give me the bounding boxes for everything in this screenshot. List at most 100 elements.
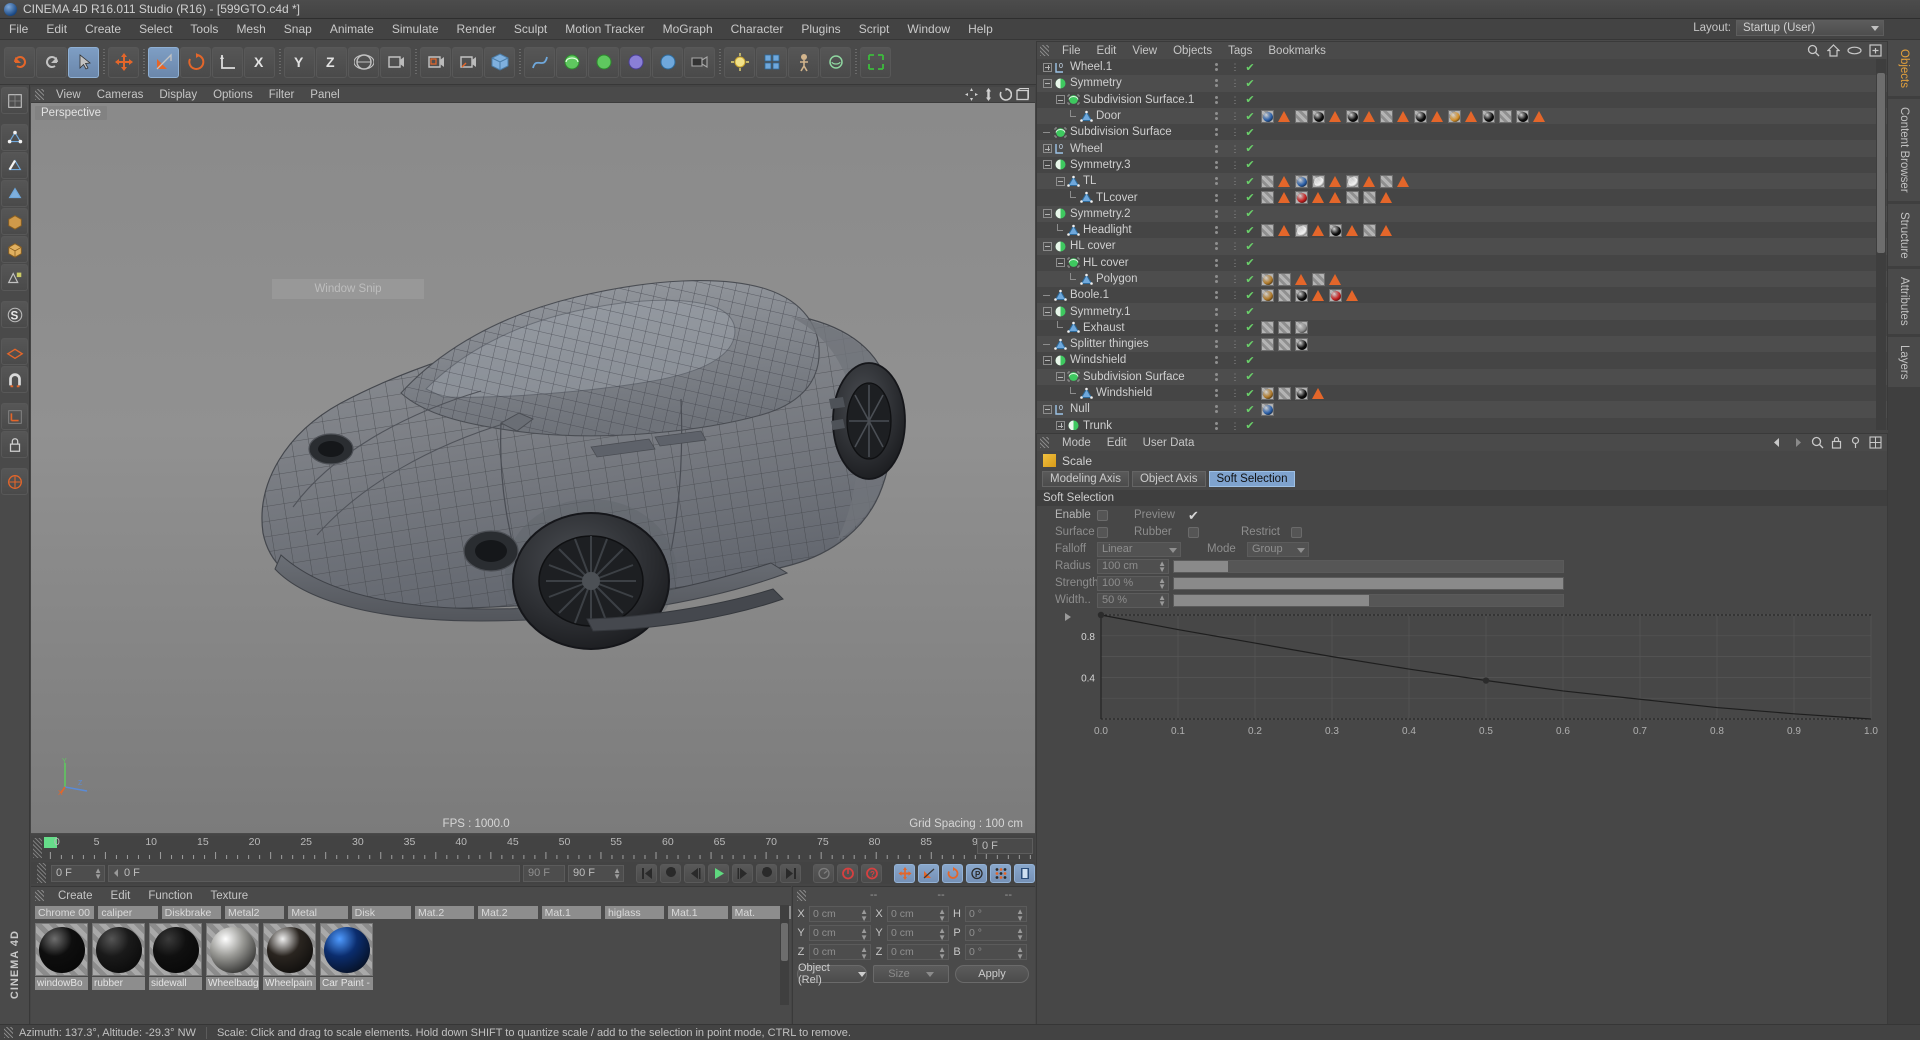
texture-tag-icon[interactable] xyxy=(1278,386,1291,400)
menu-character[interactable]: Character xyxy=(722,20,793,38)
right-tab-content-browser[interactable]: Content Browser xyxy=(1888,99,1920,201)
slider-handle-icon[interactable] xyxy=(111,868,121,878)
material-menu-edit[interactable]: Edit xyxy=(102,890,140,902)
object-tag-list[interactable] xyxy=(1257,272,1887,286)
object-layer-dots[interactable]: ⋮ xyxy=(1227,79,1243,88)
material-preview[interactable] xyxy=(92,923,145,976)
coord-size-input[interactable]: 0 cm ▲ ▼ xyxy=(887,944,949,961)
object-tree-row[interactable]: 0 Wheel ⋮ ✔ xyxy=(1037,140,1887,157)
object-tag-list[interactable] xyxy=(1257,109,1887,123)
object-layer-dots[interactable]: ⋮ xyxy=(1227,226,1243,235)
viewport-menu-options[interactable]: Options xyxy=(205,89,261,101)
object-row-name-cell[interactable]: Boole.1 xyxy=(1037,289,1205,302)
tree-twirl-plus[interactable] xyxy=(1056,421,1065,430)
object-layer-dots[interactable]: ⋮ xyxy=(1227,209,1243,218)
record-scale-button[interactable] xyxy=(918,863,939,883)
selection-tag-icon[interactable] xyxy=(1533,110,1546,123)
texture-tag-icon[interactable] xyxy=(1278,321,1291,335)
material-label-previous[interactable]: higlass xyxy=(604,906,665,919)
object-layer-dots[interactable]: ⋮ xyxy=(1227,242,1243,251)
spinner-icon[interactable]: ▲ ▼ xyxy=(938,927,946,942)
object-tree-row[interactable]: 0 Wheel.1 ⋮ ✔ xyxy=(1037,59,1887,76)
material-tag-icon[interactable] xyxy=(1414,109,1427,123)
material-item[interactable]: Car Paint - xyxy=(320,923,373,990)
spinner-icon[interactable]: ▲ ▼ xyxy=(938,946,946,961)
timeline-button[interactable] xyxy=(1014,863,1035,883)
texture-tag-icon[interactable] xyxy=(1380,109,1393,123)
coord-size-input[interactable]: 0 cm ▲ ▼ xyxy=(887,925,949,942)
object-tag-list[interactable] xyxy=(1257,288,1887,302)
radius-input[interactable]: 100 cm ▲ ▼ xyxy=(1097,558,1169,574)
menu-sculpt[interactable]: Sculpt xyxy=(505,20,556,38)
main-menu-bar[interactable]: File Edit Create Select Tools Mesh Snap Animate… xyxy=(0,19,1920,40)
menu-animate[interactable]: Animate xyxy=(321,20,383,38)
visibility-dots[interactable] xyxy=(1205,112,1227,121)
falloff-dropdown[interactable]: Linear xyxy=(1097,541,1181,557)
texture-tag-icon[interactable] xyxy=(1278,288,1291,302)
panel-grip-icon[interactable] xyxy=(37,863,46,883)
object-name[interactable]: HL cover xyxy=(1070,240,1116,252)
texture-tag-icon[interactable] xyxy=(1380,174,1393,188)
menu-file[interactable]: File xyxy=(0,20,37,38)
object-tree-row[interactable]: Splitter thingies ⋮ ✔ xyxy=(1037,336,1887,353)
record-active-objects-button[interactable] xyxy=(837,863,858,883)
viewport-menu-view[interactable]: View xyxy=(48,89,89,101)
object-row-name-cell[interactable]: Splitter thingies xyxy=(1037,338,1205,351)
selection-tag-icon[interactable] xyxy=(1278,224,1291,237)
material-preview[interactable] xyxy=(206,923,259,976)
eye-icon[interactable] xyxy=(1847,45,1862,56)
viewport-menu-bar[interactable]: View Cameras Display Options Filter Panel xyxy=(31,87,1035,103)
selection-tag-icon[interactable] xyxy=(1278,175,1291,188)
selection-tag-icon[interactable] xyxy=(1329,273,1342,286)
menu-snap[interactable]: Snap xyxy=(275,20,321,38)
selection-tag-icon[interactable] xyxy=(1312,289,1325,302)
object-enabled-check[interactable]: ✔ xyxy=(1243,403,1257,416)
object-menu-file[interactable]: File xyxy=(1054,45,1089,57)
texture-tag-icon[interactable] xyxy=(1261,223,1274,237)
lock-tool[interactable] xyxy=(1,431,28,458)
selection-tag-icon[interactable] xyxy=(1431,110,1444,123)
edge-mode-tool[interactable] xyxy=(1,152,28,179)
width-input[interactable]: 50 % ▲ ▼ xyxy=(1097,592,1169,608)
object-name[interactable]: Wheel.1 xyxy=(1070,61,1112,73)
object-name[interactable]: Null xyxy=(1070,403,1090,415)
texture-tag-icon[interactable] xyxy=(1278,337,1291,351)
coord-apply-button[interactable]: Apply xyxy=(955,965,1029,983)
undo-button[interactable] xyxy=(4,46,35,78)
object-tree-row[interactable]: Symmetry.2 ⋮ ✔ xyxy=(1037,205,1887,222)
menu-plugins[interactable]: Plugins xyxy=(792,20,849,38)
spinner-icon[interactable]: ▲ ▼ xyxy=(1158,559,1166,573)
tree-twirl-minus[interactable] xyxy=(1056,258,1065,268)
width-slider[interactable] xyxy=(1173,593,1564,607)
model-mode-tool[interactable] xyxy=(1,208,28,235)
object-menu-bookmarks[interactable]: Bookmarks xyxy=(1260,45,1334,57)
object-layer-dots[interactable]: ⋮ xyxy=(1227,128,1243,137)
coord-size-dropdown[interactable]: Size xyxy=(873,965,949,983)
visibility-dots[interactable] xyxy=(1205,242,1227,251)
simulate-button[interactable] xyxy=(820,46,851,78)
texture-tag-icon[interactable] xyxy=(1363,223,1376,237)
object-enabled-check[interactable]: ✔ xyxy=(1243,142,1257,155)
time-slider[interactable]: 0 F xyxy=(108,864,520,882)
record-pointlevel-button[interactable] xyxy=(990,863,1011,883)
material-tag-icon[interactable] xyxy=(1312,109,1325,123)
menu-tools[interactable]: Tools xyxy=(181,20,227,38)
object-name[interactable]: Symmetry.3 xyxy=(1070,159,1131,171)
material-row-previous[interactable]: Chrome 00 caliper Diskbrake Metal2 Metal Disk… xyxy=(35,906,791,920)
material-tag-icon[interactable] xyxy=(1295,223,1308,237)
menu-create[interactable]: Create xyxy=(76,20,130,38)
texture-tag-icon[interactable] xyxy=(1295,109,1308,123)
selection-tag-icon[interactable] xyxy=(1380,224,1393,237)
material-tag-icon[interactable] xyxy=(1295,337,1308,351)
panel-grip-icon[interactable] xyxy=(797,889,806,901)
texture-tag-icon[interactable] xyxy=(1261,337,1274,351)
object-row-name-cell[interactable]: Symmetry.2 xyxy=(1037,207,1205,220)
object-row-name-cell[interactable]: Symmetry xyxy=(1037,77,1205,90)
selection-tag-icon[interactable] xyxy=(1363,110,1376,123)
object-name[interactable]: TL xyxy=(1083,175,1096,187)
object-enabled-check[interactable]: ✔ xyxy=(1243,273,1257,286)
object-name[interactable]: Polygon xyxy=(1096,273,1138,285)
visibility-dots[interactable] xyxy=(1205,307,1227,316)
move-button[interactable] xyxy=(108,46,139,78)
soft-selection-falloff-row[interactable]: Falloff Linear Mode Group xyxy=(1037,541,1887,557)
